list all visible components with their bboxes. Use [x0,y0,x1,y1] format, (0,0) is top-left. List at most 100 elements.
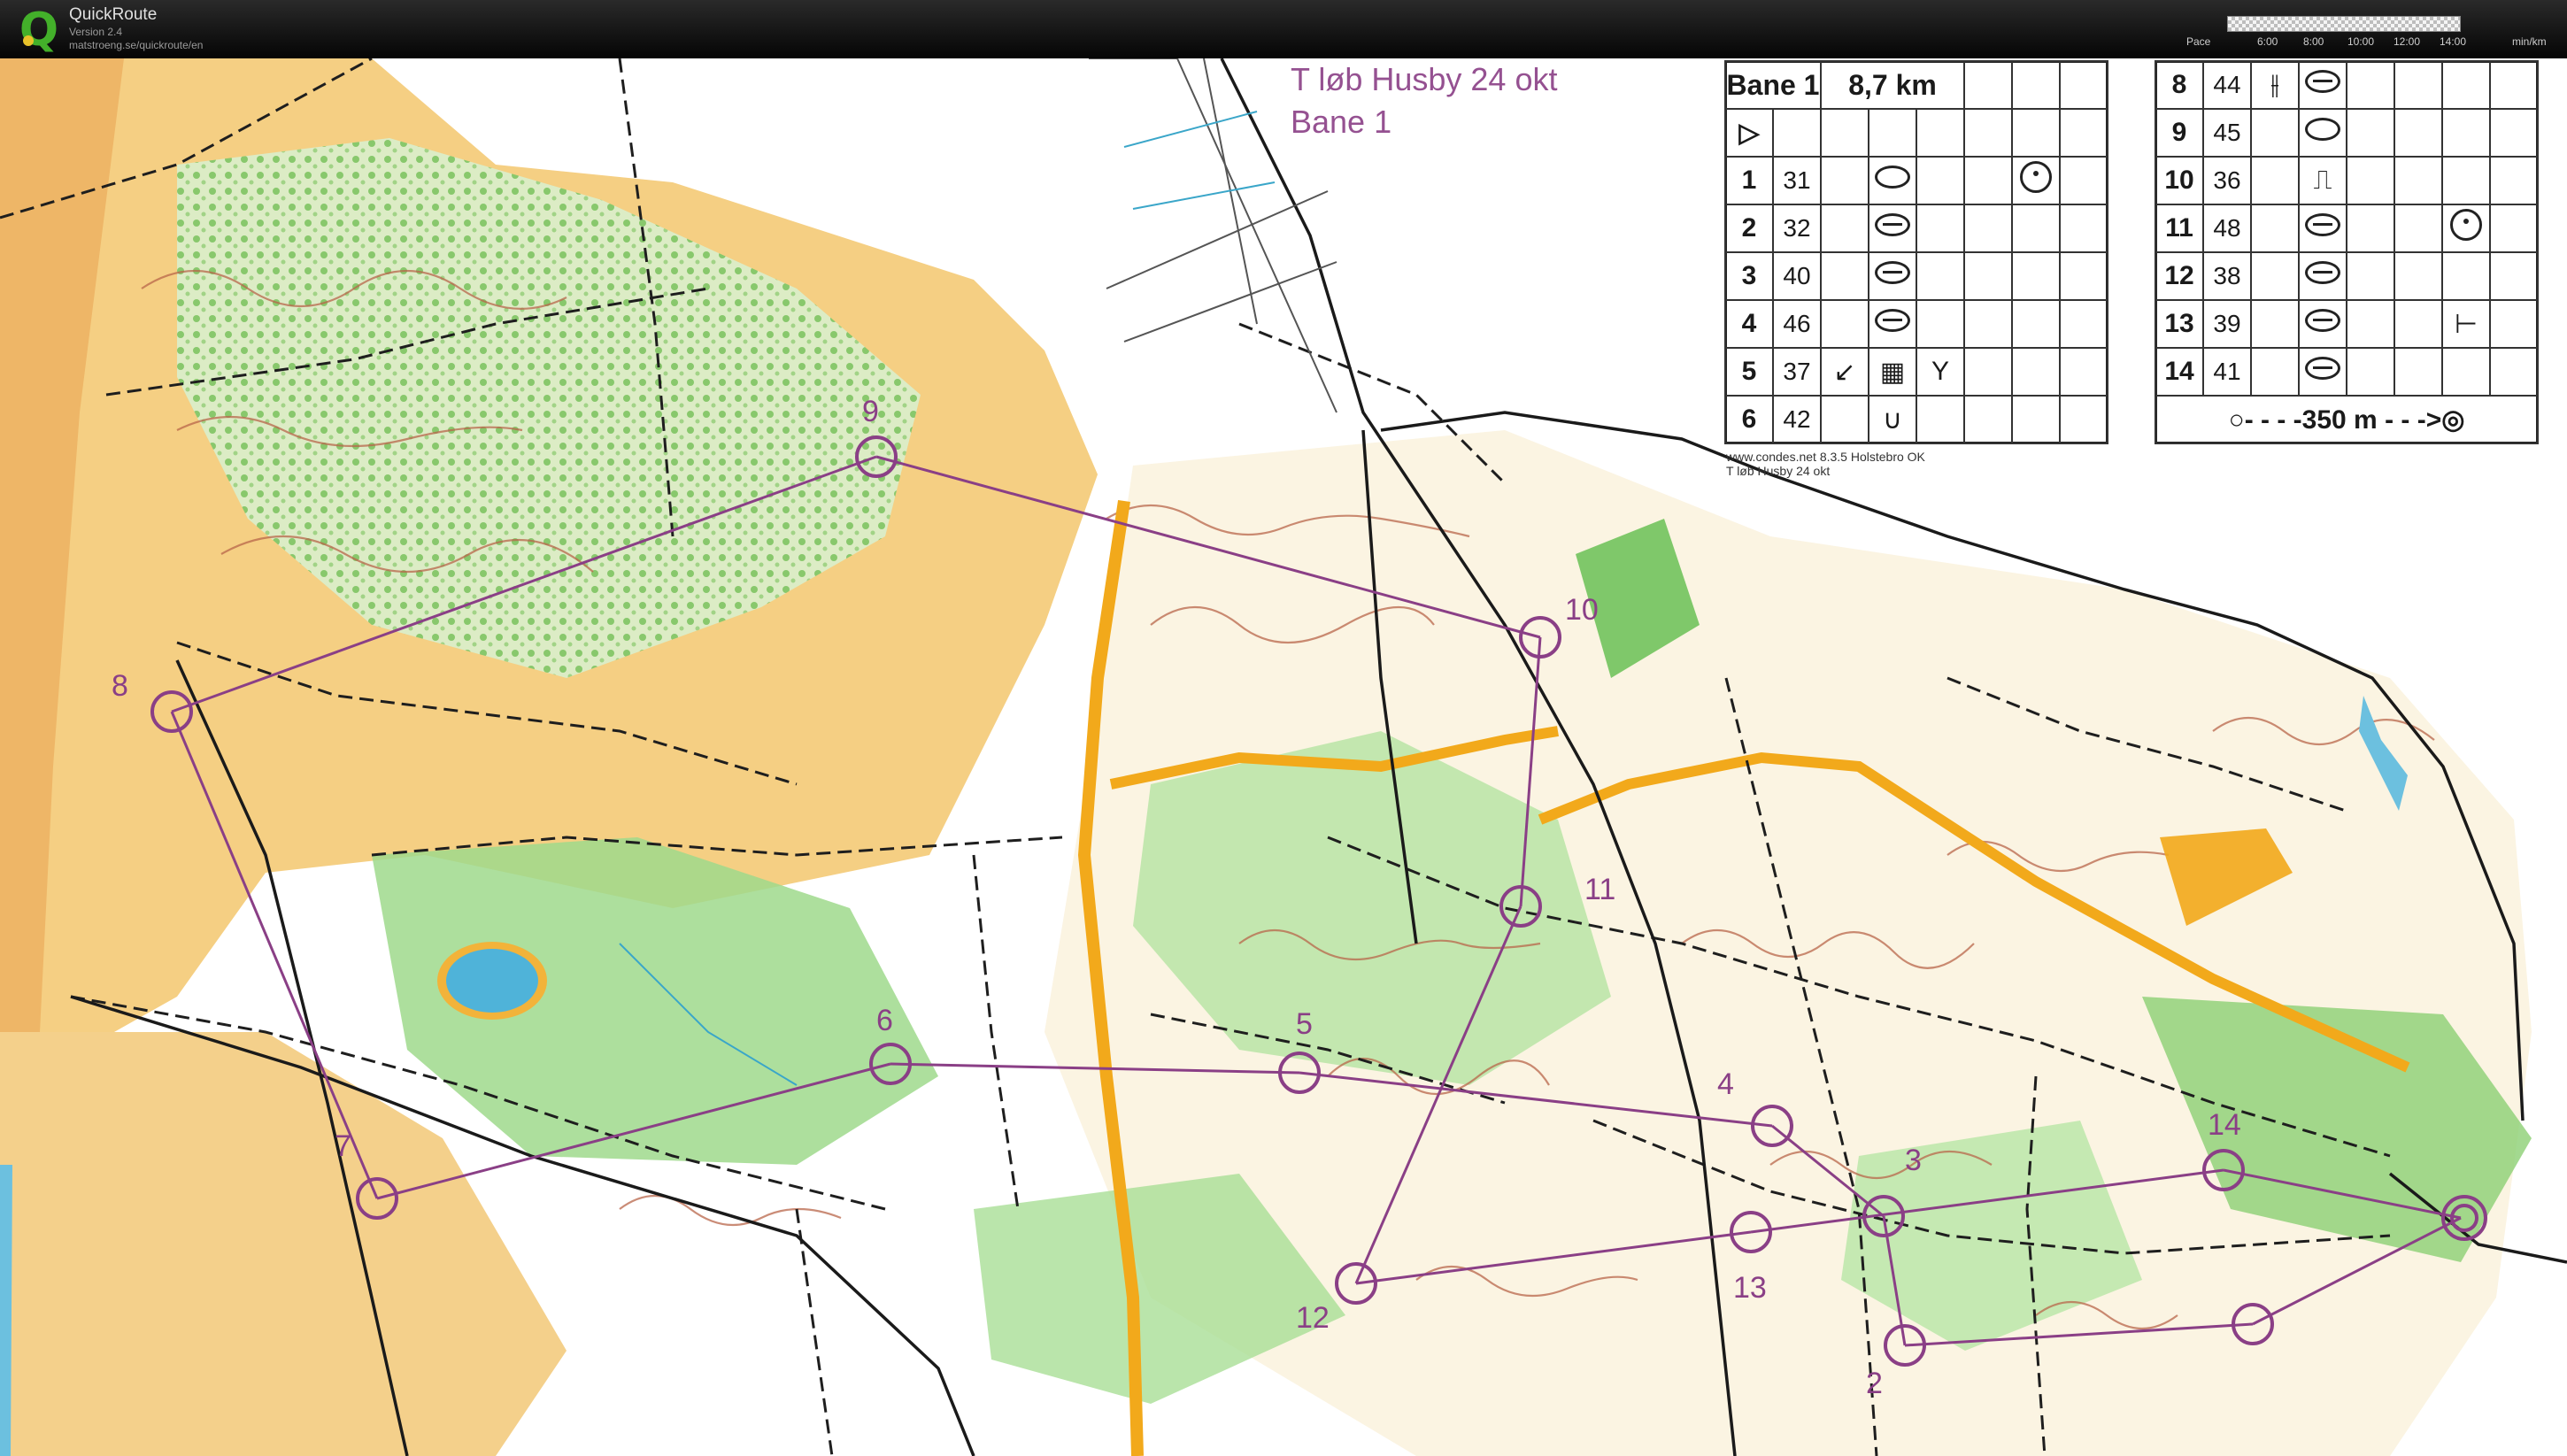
app-version: Version 2.4 [69,26,123,38]
finish-distance: ○- - - -350 m - - ->◎ [2155,395,2539,444]
cd-row: 3 40 [1724,251,2108,301]
control-number: 2 [1866,1367,1883,1400]
control-number: 4 [1717,1067,1734,1101]
control-description-table-right: 8 44 ⫲ 9 45 10 36 ⎍ 11 48 12 38 13 39 ⊢ … [2155,60,2539,444]
pace-tick: 6:00 [2257,35,2278,48]
app-title: QuickRoute [69,5,158,24]
pace-unit: min/km [2512,35,2547,48]
cd-control-code: 38 [2202,251,2252,301]
cd-control-number: 3 [1724,251,1774,301]
control-number: 11 [1584,873,1615,906]
cd-control-code: 31 [1772,156,1822,205]
cd-control-code: 37 [1772,347,1822,397]
app-title-bar: Q QuickRoute Version 2.4 matstroeng.se/q… [0,0,2567,59]
knoll-icon [2305,309,2340,332]
cd-control-code: 45 [2202,108,2252,158]
cd-row: 10 36 ⎍ [2155,156,2539,205]
cd-control-number: 4 [1724,299,1774,349]
control-number: 12 [1296,1301,1330,1335]
cd-control-number: 8 [2155,60,2204,110]
direction-arrow-icon: ↙ [1820,347,1869,397]
cd-control-code: 39 [2202,299,2252,349]
oval-depression-icon [1875,166,1910,189]
control-number: 5 [1296,1007,1313,1041]
water-coast [0,1165,12,1456]
cd-row: 9 45 [2155,108,2539,158]
credits-line: www.condes.net 8.3.5 Holstebro OK [1726,450,1925,464]
pace-tick: 10:00 [2347,35,2375,48]
pace-tick: 8:00 [2303,35,2324,48]
quickroute-logo-icon: Q [19,4,59,57]
knoll-icon [2305,357,2340,380]
orienteering-map[interactable]: 2 3 4 5 6 7 8 9 10 11 12 13 14 T løb Hus… [0,58,2567,1456]
cd-control-code: 48 [2202,204,2252,253]
knoll-icon [1875,309,1910,332]
cd-row: 8 44 ⫲ [2155,60,2539,110]
cd-row: 5 37 ↙ ▦ Y [1724,347,2108,397]
cd-row: 6 42 ∪ [1724,395,2108,444]
course-title-block: T løb Husby 24 okt Bane 1 [1291,58,1557,143]
cd-control-code: 32 [1772,204,1822,253]
control-description-table-left: Bane 1 8,7 km ▷ 1 31 2 32 3 40 4 46 5 37… [1724,60,2108,444]
fence-icon: ⫲ [2250,60,2300,110]
gully-icon: ∪ [1868,395,1917,444]
start-triangle-icon: ▷ [1724,108,1774,158]
knoll-icon [2305,261,2340,284]
cd-course-name: Bane 1 [1724,60,1822,110]
cd-control-number: 14 [2155,347,2204,397]
cd-row: 14 41 [2155,347,2539,397]
credits-line: T løb Husby 24 okt [1726,464,1831,478]
cd-control-code: 42 [1772,395,1822,444]
pace-tick: 14:00 [2440,35,2467,48]
cd-row: 12 38 [2155,251,2539,301]
cd-control-code: 40 [1772,251,1822,301]
knoll-icon [1875,213,1910,236]
cd-control-code: 41 [2202,347,2252,397]
cd-control-number: 2 [1724,204,1774,253]
cd-control-number: 12 [2155,251,2204,301]
oval-depression-icon [2305,118,2340,141]
cd-control-number: 13 [2155,299,2204,349]
cd-course-length: 8,7 km [1820,60,1965,110]
knoll-icon [2305,70,2340,93]
vegetation-symbol-icon: ▦ [1868,347,1917,397]
knoll-icon [1875,261,1910,284]
cd-row: 4 46 [1724,299,2108,349]
cd-control-number: 11 [2155,204,2204,253]
control-number: 8 [112,669,128,703]
cd-row: 1 31 [1724,156,2108,205]
control-number: 14 [2208,1108,2241,1142]
control-number: 9 [862,395,879,428]
junction-icon: Y [1916,347,1965,397]
control-number: 6 [876,1004,893,1037]
cd-control-number: 10 [2155,156,2204,205]
pace-scale: Pace 6:00 8:00 10:00 12:00 14:00 min/km [2178,12,2567,55]
map-credits: www.condes.net 8.3.5 Holstebro OK T løb … [1726,450,1925,478]
circle-feature-icon [2020,161,2052,193]
circle-feature-icon [2450,209,2482,241]
position-icon: ⊢ [2441,299,2491,349]
pace-label: Pace [2186,35,2211,48]
spur-icon: ⎍ [2298,156,2347,205]
cd-control-number: 9 [2155,108,2204,158]
knoll-icon [2305,213,2340,236]
cd-control-number: 1 [1724,156,1774,205]
cd-control-number: 6 [1724,395,1774,444]
pace-tick: 12:00 [2394,35,2421,48]
cd-control-code: 46 [1772,299,1822,349]
control-number: 3 [1905,1144,1922,1177]
cd-row: 13 39 ⊢ [2155,299,2539,349]
cd-control-number: 5 [1724,347,1774,397]
cd-control-code: 44 [2202,60,2252,110]
cd-control-code: 36 [2202,156,2252,205]
control-number: 13 [1733,1271,1767,1305]
control-number: 10 [1565,593,1599,627]
course-name: Bane 1 [1291,104,1392,140]
app-url[interactable]: matstroeng.se/quickroute/en [69,39,203,51]
cd-row: 2 32 [1724,204,2108,253]
pace-gradient-bar [2227,16,2461,32]
lake-water [446,949,538,1013]
cd-row: 11 48 [2155,204,2539,253]
control-number: 7 [335,1129,351,1163]
event-title: T løb Husby 24 okt [1291,61,1558,97]
